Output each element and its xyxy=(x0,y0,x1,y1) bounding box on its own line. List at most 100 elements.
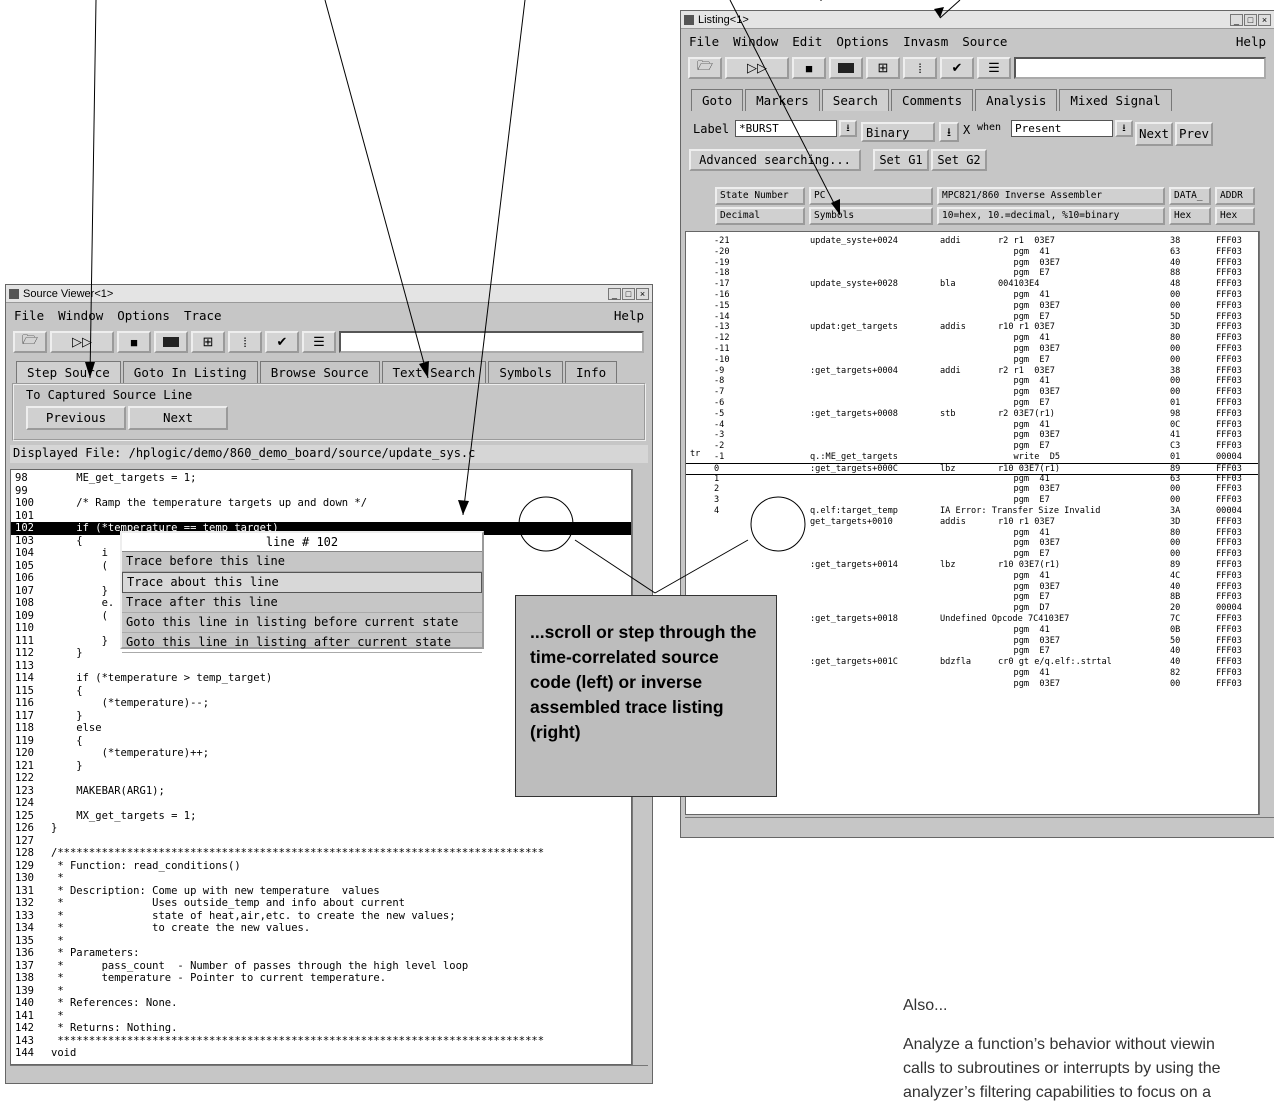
source-line[interactable]: 126} xyxy=(11,822,631,835)
menu-help[interactable]: Help xyxy=(614,308,644,323)
check-icon[interactable]: ✔ xyxy=(940,57,974,79)
tab-text-search[interactable]: Text Search xyxy=(381,361,487,383)
listing-row[interactable]: -11 pgm 03E7 00 FFF03 xyxy=(686,344,1258,355)
next-button[interactable]: Next xyxy=(1135,122,1173,146)
maximize-icon[interactable]: □ xyxy=(1244,13,1257,26)
listing-row[interactable]: pgm E7 00 FFF03 xyxy=(686,549,1258,560)
advanced-searching-button[interactable]: Advanced searching... xyxy=(689,149,861,171)
format-field[interactable]: Binary xyxy=(861,122,935,142)
source-line[interactable]: 139 * xyxy=(11,985,631,998)
source-line[interactable]: 143 ************************************… xyxy=(11,1035,631,1048)
menu-trace-after[interactable]: Trace after this line xyxy=(122,593,482,613)
source-line[interactable]: 130 * xyxy=(11,872,631,885)
label-field[interactable]: *BURST xyxy=(735,120,837,137)
source-line[interactable]: 99 xyxy=(11,485,631,498)
listing-row[interactable]: -18 pgm E7 88 FFF03 xyxy=(686,268,1258,279)
menu-invasm[interactable]: Invasm xyxy=(903,34,948,49)
menu-file[interactable]: File xyxy=(689,34,719,49)
tab-comments[interactable]: Comments xyxy=(890,89,974,111)
listing-row[interactable]: -9:get_targets+0004 addi r2 r1 03E7 38 FFF03 xyxy=(686,366,1258,377)
folder-icon[interactable]: 🗁 xyxy=(688,57,722,79)
listing-row[interactable]: -7 pgm 03E7 00 FFF03 xyxy=(686,387,1258,398)
listing-row[interactable]: 2 pgm 03E7 00 FFF03 xyxy=(686,484,1258,495)
listing-row[interactable]: pgm 41 80 FFF03 xyxy=(686,528,1258,539)
listing-row[interactable]: -4 pgm 41 0C FFF03 xyxy=(686,420,1258,431)
menu-goto-before[interactable]: Goto this line in listing before current… xyxy=(122,613,482,633)
prev-button[interactable]: Prev xyxy=(1175,122,1213,146)
menu-options[interactable]: Options xyxy=(836,34,889,49)
list-icon[interactable]: ☰ xyxy=(977,57,1011,79)
overview-icon[interactable]: ⊞ xyxy=(191,331,225,353)
source-line[interactable]: 135 * xyxy=(11,935,631,948)
col-state-number-format[interactable]: Decimal xyxy=(715,207,805,225)
set-g1-button[interactable]: Set G1 xyxy=(873,149,929,171)
listing-row[interactable]: -3 pgm 03E7 41 FFF03 xyxy=(686,430,1258,441)
menu-goto-after[interactable]: Goto this line in listing after current … xyxy=(122,633,482,653)
source-line[interactable]: 140 * References: None. xyxy=(11,997,631,1010)
listing-row[interactable]: 1 pgm 41 63 FFF03 xyxy=(686,474,1258,485)
source-line[interactable]: 133 * state of heat,air,etc. to create t… xyxy=(11,910,631,923)
col-addr[interactable]: ADDR xyxy=(1215,187,1255,205)
display-icon[interactable] xyxy=(154,331,188,353)
toolbar-input[interactable] xyxy=(339,331,644,353)
menu-window[interactable]: Window xyxy=(733,34,778,49)
minimize-icon[interactable]: _ xyxy=(1230,13,1243,26)
source-line[interactable]: 141 * xyxy=(11,1010,631,1023)
col-data[interactable]: DATA_ xyxy=(1169,187,1211,205)
col-pc-format[interactable]: Symbols xyxy=(809,207,933,225)
check-icon[interactable]: ✔ xyxy=(265,331,299,353)
listing-row[interactable]: -20 pgm 41 63 FFF03 xyxy=(686,247,1258,258)
minimize-icon[interactable]: _ xyxy=(608,287,621,300)
listing-row[interactable]: -8 pgm 41 00 FFF03 xyxy=(686,376,1258,387)
listing-row[interactable]: 3 pgm E7 00 FFF03 xyxy=(686,495,1258,506)
menu-edit[interactable]: Edit xyxy=(792,34,822,49)
listing-row[interactable]: -17 update_syste+0028 bla 004103E4 48 FFF03 xyxy=(686,279,1258,290)
source-line[interactable]: 98 ME_get_targets = 1; xyxy=(11,472,631,485)
menu-help[interactable]: Help xyxy=(1236,34,1266,49)
tab-symbols[interactable]: Symbols xyxy=(488,361,564,383)
listing-row[interactable]: -19 pgm 03E7 40 FFF03 xyxy=(686,258,1258,269)
tab-browse-source[interactable]: Browse Source xyxy=(259,361,380,383)
listing-row[interactable]: -12 pgm 41 80 FFF03 xyxy=(686,333,1258,344)
format-dropdown-icon[interactable]: ⭳ xyxy=(939,122,959,142)
menu-source[interactable]: Source xyxy=(962,34,1007,49)
stop-icon[interactable]: ■ xyxy=(792,57,826,79)
source-line[interactable]: 128 /************************************… xyxy=(11,847,631,860)
close-icon[interactable]: × xyxy=(1258,13,1271,26)
listing-row[interactable]: pgm 03E7 00 FFF03 xyxy=(686,538,1258,549)
col-pc[interactable]: PC xyxy=(809,187,933,205)
marker-icon[interactable]: ⁞ xyxy=(228,331,262,353)
tab-goto[interactable]: Goto xyxy=(691,89,744,111)
source-line[interactable]: 131 * Description: Come up with new temp… xyxy=(11,885,631,898)
listing-row[interactable]: -10 pgm E7 00 FFF03 xyxy=(686,355,1258,366)
source-line[interactable]: 134 * to create the new values. xyxy=(11,922,631,935)
source-line[interactable]: 100 /* Ramp the temperature targets up a… xyxy=(11,497,631,510)
source-line[interactable]: 144 void xyxy=(11,1047,631,1060)
listing-row[interactable]: pgm 41 4C FFF03 xyxy=(686,571,1258,582)
close-icon[interactable]: × xyxy=(636,287,649,300)
menu-file[interactable]: File xyxy=(14,308,44,323)
source-line[interactable]: 124 xyxy=(11,797,631,810)
listing-titlebar[interactable]: Listing<1> _ □ × xyxy=(681,11,1274,29)
col-addr-format[interactable]: Hex xyxy=(1215,207,1255,225)
listing-row[interactable]: -5:get_targets+0008 stb r2 03E7(r1) 98 FFF03 xyxy=(686,409,1258,420)
source-line[interactable]: 125 MX_get_targets = 1; xyxy=(11,810,631,823)
listing-row[interactable]: -16 pgm 41 00 FFF03 xyxy=(686,290,1258,301)
menu-trace-about[interactable]: Trace about this line xyxy=(122,572,482,593)
source-viewer-titlebar[interactable]: Source Viewer<1> _ □ × xyxy=(6,285,652,303)
listing-row[interactable]: 4 q.elf:target_temp IA Error: Transfer Siz… xyxy=(686,506,1258,517)
col-data-format[interactable]: Hex xyxy=(1169,207,1211,225)
when-field[interactable]: Present xyxy=(1011,120,1113,137)
source-line[interactable]: 136 * Parameters: xyxy=(11,947,631,960)
listing-row[interactable]: -15 pgm 03E7 00 FFF03 xyxy=(686,301,1258,312)
listing-row[interactable]: -1 q.:ME_get_targets write D5 01 00004 xyxy=(686,452,1258,463)
run-icon[interactable]: ▷▷ xyxy=(50,331,114,353)
marker-icon[interactable]: ⁞ xyxy=(903,57,937,79)
maximize-icon[interactable]: □ xyxy=(622,287,635,300)
source-line[interactable]: 101 xyxy=(11,510,631,523)
listing-row[interactable]: -6 pgm E7 01 FFF03 xyxy=(686,398,1258,409)
toolbar-input[interactable] xyxy=(1014,57,1266,79)
source-line[interactable]: 132 * Uses outside_temp and info about c… xyxy=(11,897,631,910)
listing-row[interactable]: :get_targets+0014 lbz r10 03E7(r1) 89 FFF03 xyxy=(686,560,1258,571)
menu-options[interactable]: Options xyxy=(117,308,170,323)
